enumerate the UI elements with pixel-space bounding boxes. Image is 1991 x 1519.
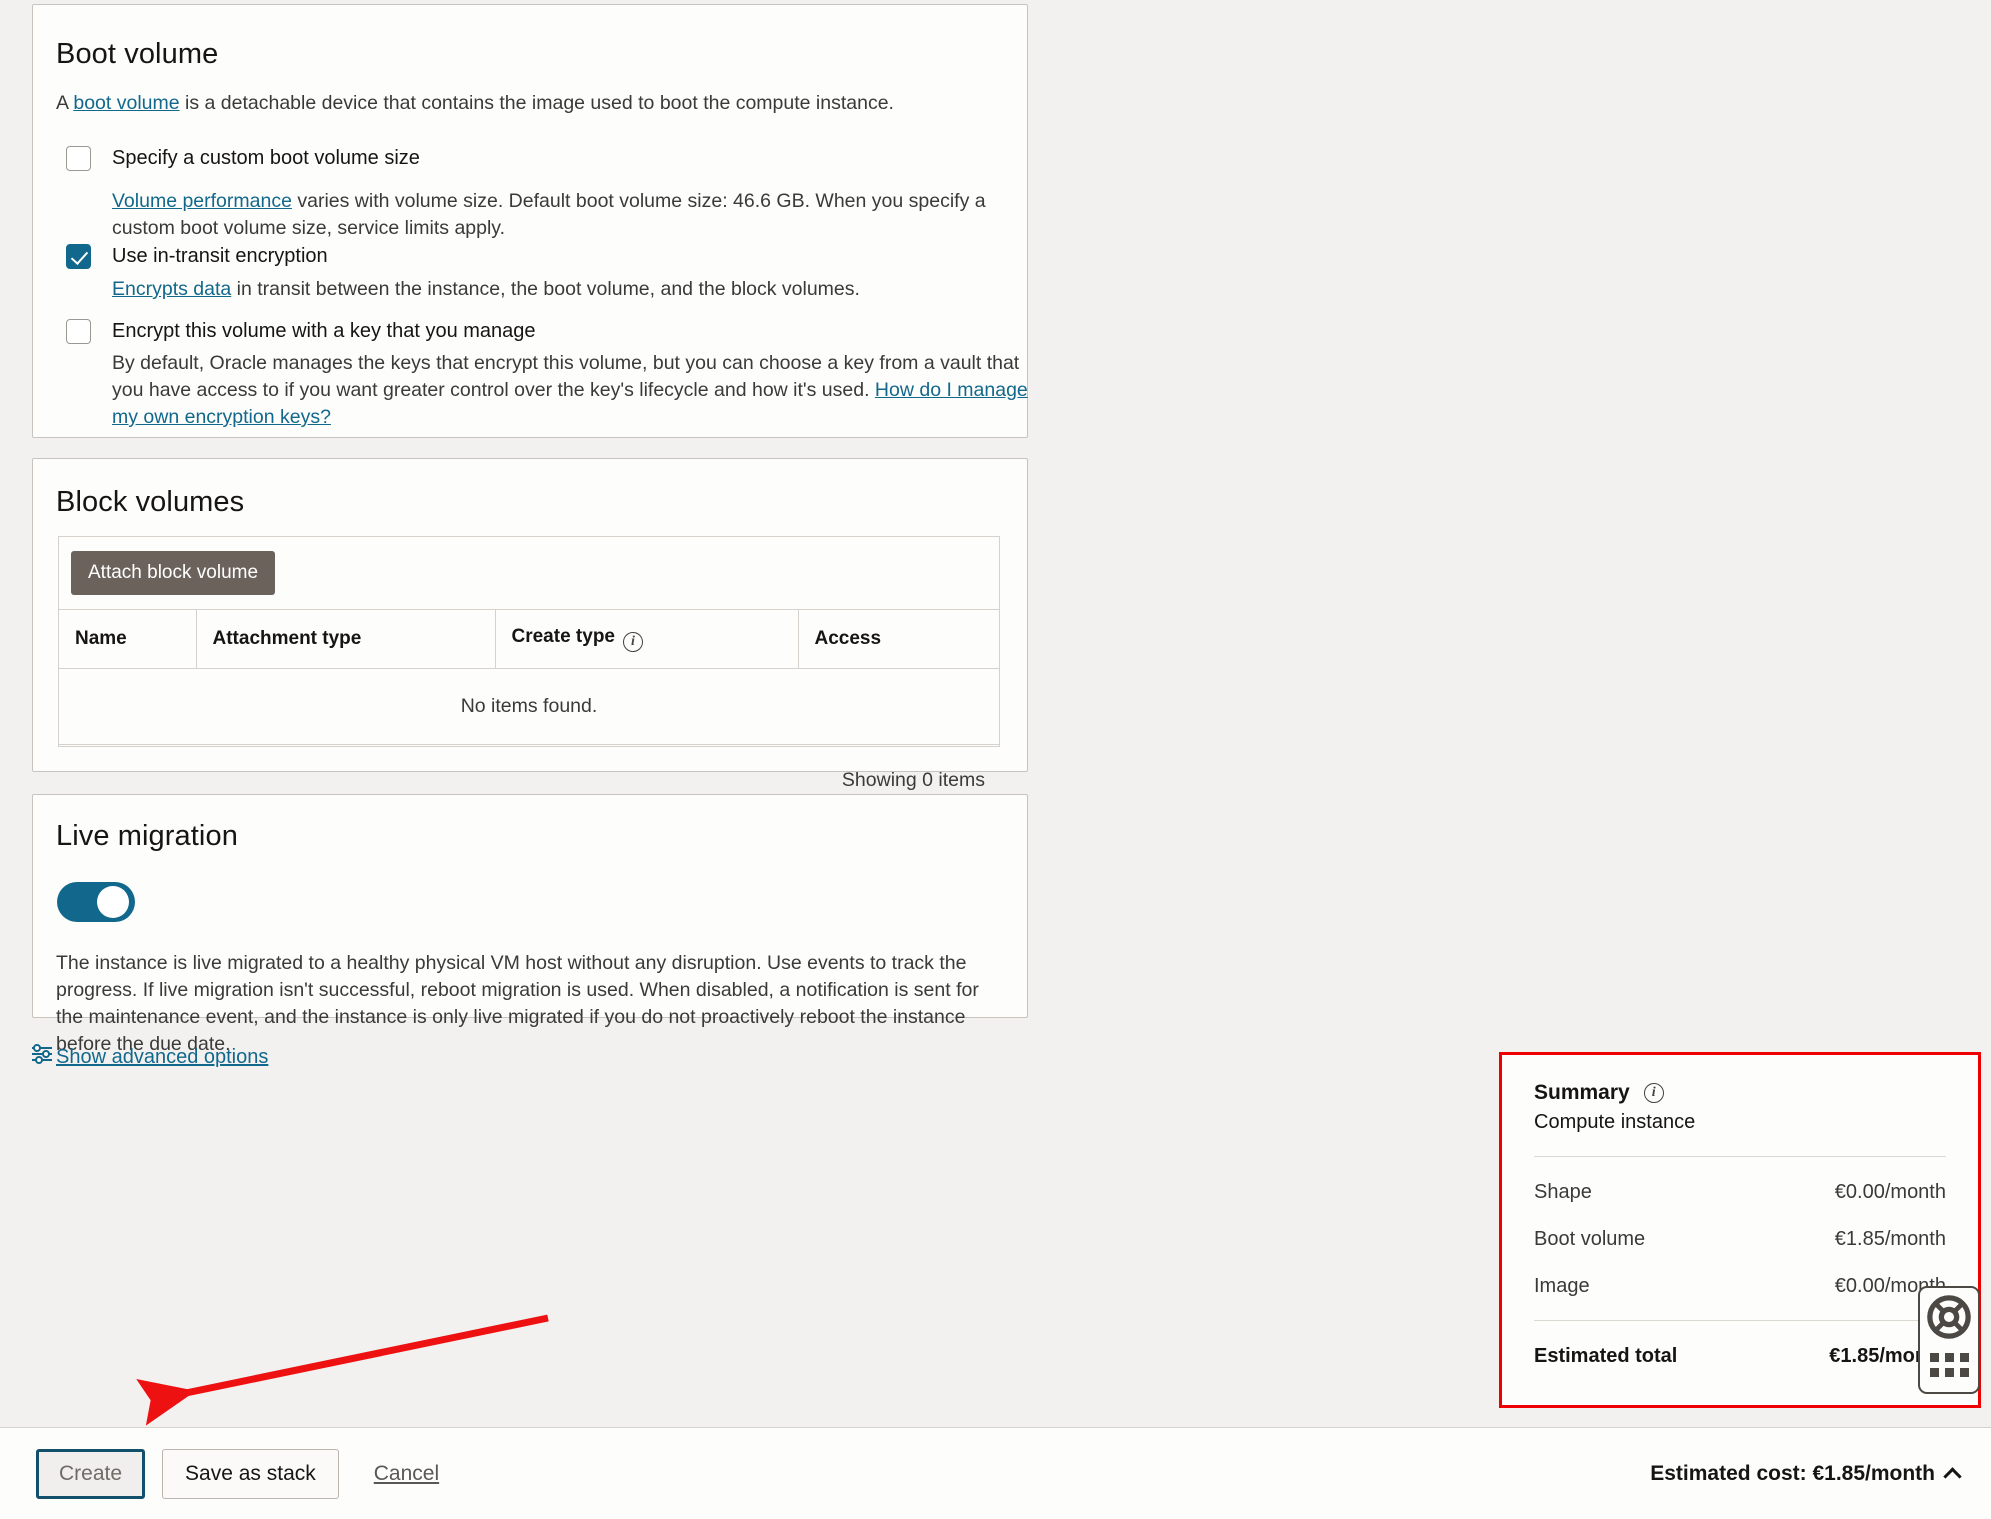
summary-panel: Summary i Compute instance Shape €0.00/m…: [1501, 1054, 1979, 1406]
own-key-encryption-label: Encrypt this volume with a key that you …: [112, 320, 536, 342]
column-header-create-type-label: Create type: [511, 626, 616, 647]
summary-row-boot-volume-value: €1.85/month: [1834, 1228, 1946, 1250]
in-transit-encryption-label: Use in-transit encryption: [112, 245, 328, 267]
boot-volume-intro: A boot volume is a detachable device tha…: [56, 90, 996, 117]
block-volumes-title: Block volumes: [56, 486, 245, 518]
own-key-encryption-row: Encrypt this volume with a key that you …: [66, 318, 1016, 344]
boot-volume-intro-prefix: A: [56, 92, 74, 114]
estimated-cost-label: Estimated cost: €1.85/month: [1650, 1461, 1935, 1485]
in-transit-encryption-checkbox[interactable]: [66, 244, 91, 269]
boot-volume-card: Boot volume A boot volume is a detachabl…: [32, 4, 1028, 438]
summary-divider-top: [1534, 1156, 1946, 1157]
cancel-link[interactable]: Cancel: [374, 1462, 439, 1486]
live-migration-toggle[interactable]: [57, 882, 135, 922]
table-header-row: Name Attachment type Create type i Access: [59, 609, 999, 669]
lifebuoy-icon[interactable]: [1926, 1294, 1972, 1345]
chevron-up-icon[interactable]: [1943, 1466, 1962, 1486]
in-transit-encryption-row: Use in-transit encryption: [66, 243, 1016, 269]
block-volumes-table-container: Attach block volume Name Attachment type…: [58, 536, 1000, 791]
live-migration-title: Live migration: [56, 820, 238, 852]
encrypts-data-link[interactable]: Encrypts data: [112, 278, 231, 300]
show-advanced-options[interactable]: Show advanced options: [30, 1042, 268, 1072]
attach-block-volume-button[interactable]: Attach block volume: [71, 551, 276, 595]
summary-header: Summary i: [1534, 1081, 1946, 1105]
summary-subtitle: Compute instance: [1534, 1111, 1696, 1133]
show-advanced-options-label[interactable]: Show advanced options: [56, 1046, 268, 1069]
create-button[interactable]: Create: [36, 1448, 146, 1499]
boot-volume-link[interactable]: boot volume: [73, 92, 179, 114]
custom-boot-volume-size-help: Volume performance varies with volume si…: [112, 188, 1032, 242]
sliders-icon: [30, 1042, 54, 1072]
table-empty-row: No items found.: [59, 668, 999, 745]
summary-row-shape: Shape €0.00/month: [1534, 1181, 1946, 1204]
summary-total-label: Estimated total: [1534, 1345, 1678, 1367]
boot-volume-intro-suffix: is a detachable device that contains the…: [179, 92, 894, 114]
grid-dots-icon[interactable]: [1929, 1353, 1969, 1377]
estimated-cost-toggle[interactable]: Estimated cost: €1.85/month: [1650, 1461, 1962, 1486]
summary-row-boot-volume: Boot volume €1.85/month: [1534, 1228, 1946, 1251]
column-header-access: Access: [798, 609, 999, 669]
block-volumes-table: Name Attachment type Create type i Access…: [59, 609, 999, 816]
volume-performance-link[interactable]: Volume performance: [112, 190, 292, 212]
summary-info-icon[interactable]: i: [1643, 1083, 1664, 1103]
summary-divider-bottom: [1534, 1320, 1946, 1321]
block-volumes-toolbar: Attach block volume: [59, 537, 999, 609]
column-header-create-type: Create type i: [495, 609, 799, 669]
summary-row-image: Image €0.00/month: [1534, 1275, 1946, 1298]
summary-row-shape-label: Shape: [1534, 1181, 1592, 1203]
custom-boot-volume-size-checkbox[interactable]: [66, 146, 91, 171]
custom-boot-volume-size-label: Specify a custom boot volume size: [112, 147, 420, 169]
action-bar: Create Save as stack Cancel Estimated co…: [0, 1427, 1991, 1519]
summary-row-shape-value: €0.00/month: [1834, 1181, 1946, 1203]
column-header-attachment-type: Attachment type: [196, 609, 496, 669]
no-items-found-message: No items found.: [59, 668, 999, 745]
summary-row-boot-volume-label: Boot volume: [1534, 1228, 1646, 1250]
live-migration-card: Live migration The instance is live migr…: [32, 794, 1028, 1055]
save-as-stack-button[interactable]: Save as stack: [162, 1448, 339, 1499]
help-widget[interactable]: [1918, 1286, 1980, 1394]
block-volumes-card: Block volumes Attach block volume Name A…: [32, 458, 1028, 791]
toggle-knob: [97, 886, 129, 918]
summary-row-image-label: Image: [1534, 1275, 1590, 1297]
summary-title: Summary: [1534, 1081, 1630, 1104]
own-key-encryption-help: By default, Oracle manages the keys that…: [112, 350, 1037, 431]
own-key-encryption-checkbox[interactable]: [66, 319, 91, 344]
boot-volume-title: Boot volume: [56, 38, 219, 70]
in-transit-encryption-help-text: in transit between the instance, the boo…: [231, 278, 860, 300]
in-transit-encryption-help: Encrypts data in transit between the ins…: [112, 276, 1032, 303]
custom-boot-volume-size-row: Specify a custom boot volume size: [66, 145, 1016, 171]
create-compute-instance-page: Boot volume A boot volume is a detachabl…: [0, 0, 1991, 1519]
create-type-info-icon[interactable]: i: [623, 632, 643, 652]
column-header-name: Name: [59, 609, 197, 669]
summary-row-estimated-total: Estimated total €1.85/month: [1534, 1345, 1946, 1368]
